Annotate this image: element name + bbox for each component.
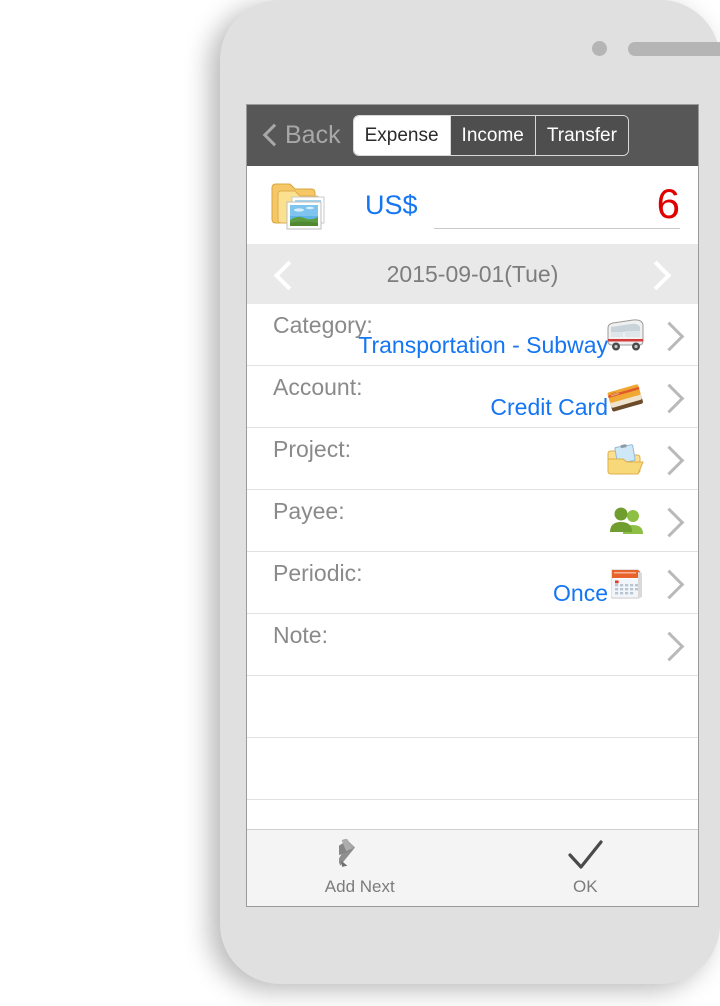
chevron-right-icon [654,445,685,475]
payee-label: Payee: [273,498,345,524]
checkmark-icon [564,839,606,873]
date-selector-bar: 2015-09-01(Tue) [247,244,698,304]
field-row-periodic[interactable]: Periodic: Once [247,552,698,614]
previous-day-button[interactable] [273,257,299,291]
tab-income[interactable]: Income [449,116,535,155]
add-next-button[interactable]: Add Next [247,830,473,906]
chevron-right-icon [654,507,685,537]
field-row-category[interactable]: Category: Transportation - Subway [247,304,698,366]
transaction-fields-list: Category: Transportation - Subway Accoun… [247,304,698,829]
chevron-right-icon [654,383,685,413]
chevron-right-icon [654,569,685,599]
periodic-value: Once [553,580,608,606]
chevron-right-icon [654,631,685,661]
chevron-left-icon [263,122,279,150]
add-next-label: Add Next [324,877,395,896]
app-screen: Back Expense Income Transfer US$ 6 2015-… [246,104,699,907]
back-button[interactable]: Back [257,119,347,152]
transaction-type-segmented-control[interactable]: Expense Income Transfer [352,115,629,156]
navigation-bar: Back Expense Income Transfer [247,105,698,166]
next-day-button[interactable] [646,257,672,291]
tab-transfer[interactable]: Transfer [534,116,628,155]
current-date-label: 2015-09-01(Tue) [386,260,559,287]
field-row-payee[interactable]: Payee: [247,490,698,552]
amount-value: 6 [656,179,680,227]
bus-icon [604,318,646,352]
pencil-icon [315,838,381,873]
project-folder-icon [604,442,646,476]
back-button-label: Back [285,121,341,149]
account-value: Credit Card [490,394,608,420]
amount-input[interactable]: 6 [433,179,680,229]
periodic-label: Periodic: [273,560,363,586]
field-row-note[interactable]: Note: [247,614,698,676]
calendar-icon [604,566,646,600]
account-label: Account: [273,374,363,400]
chevron-right-icon [654,321,685,351]
ok-label: OK [572,877,598,896]
empty-row-2 [247,738,698,800]
category-value: Transportation - Subway [358,332,608,358]
tab-expense[interactable]: Expense [353,116,450,155]
folder-with-photos-icon[interactable] [269,178,331,232]
project-label: Project: [273,436,351,462]
field-row-account[interactable]: Account: Credit Card [247,366,698,428]
empty-row-1 [247,676,698,738]
amount-entry-row: US$ 6 [247,166,698,244]
ok-button[interactable]: OK [473,830,699,906]
credit-card-icon [604,380,646,414]
proximity-sensor-icon [592,41,607,56]
bottom-toolbar: Add Next OK [247,829,698,906]
earpiece-speaker [628,42,720,56]
people-icon [604,504,646,538]
currency-label: US$ [365,189,418,220]
field-row-project[interactable]: Project: [247,428,698,490]
note-label: Note: [273,622,328,648]
